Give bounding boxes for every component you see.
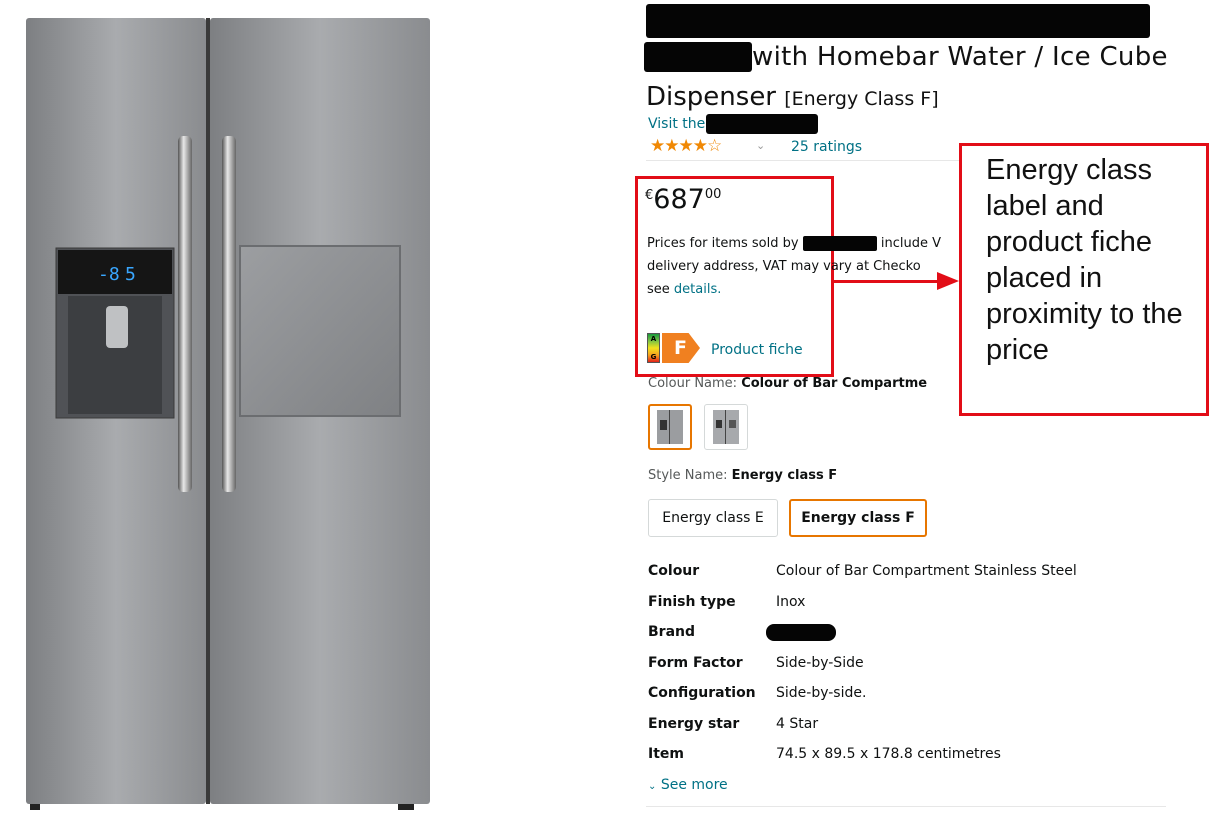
energy-scale-icon: AG <box>647 333 660 363</box>
style-name-row: Style Name: Energy class F <box>648 468 837 483</box>
see-more-label[interactable]: See more <box>661 777 728 793</box>
spec-key: Finish type <box>648 594 736 610</box>
visit-store-prefix[interactable]: Visit the <box>648 116 705 132</box>
vat-note-l1a: Prices for items sold by <box>647 236 799 251</box>
spec-key: Colour <box>648 563 700 579</box>
price-fraction: 00 <box>704 187 722 202</box>
redacted-brand-value <box>766 624 836 641</box>
colour-swatch[interactable] <box>704 404 748 450</box>
svg-text:5: 5 <box>125 264 136 285</box>
product-fiche-link[interactable]: Product fiche <box>711 342 803 358</box>
redacted-title <box>644 42 752 72</box>
style-option-energy-class-f[interactable]: Energy class F <box>789 499 927 537</box>
spec-value: 4 Star <box>776 716 819 732</box>
price-whole: 687 <box>653 184 705 215</box>
divider <box>646 806 1166 807</box>
style-name-value: Energy class F <box>731 468 838 483</box>
product-image[interactable]: -8 5 <box>10 6 450 812</box>
style-name-label: Style Name: <box>648 468 728 483</box>
product-title-line2: with Homebar Water / Ice Cube <box>752 42 1168 72</box>
visit-store-link[interactable]: Visit the <box>648 116 705 132</box>
product-title-energy: [Energy Class F] <box>784 88 939 110</box>
colour-name-label: Colour Name: <box>648 376 738 391</box>
annotation-text: Energy class label and product fiche pla… <box>986 154 1183 366</box>
details-link[interactable]: details. <box>674 282 721 297</box>
colour-name-row: Colour Name: Colour of Bar Compartme <box>648 376 927 391</box>
fridge-thumbnail-icon <box>657 410 683 444</box>
price: €68700 <box>645 184 721 215</box>
spec-key: Item <box>648 746 684 762</box>
see-more-link[interactable]: ⌄ See more <box>648 777 728 793</box>
colour-name-value: Colour of Bar Compartme <box>741 376 928 391</box>
energy-scale-top: A <box>650 335 657 343</box>
vat-note-l1b: include V <box>880 236 941 251</box>
style-option-energy-class-e[interactable]: Energy class E <box>648 499 778 537</box>
star-rating-icon[interactable]: ★★★★☆ <box>650 136 722 156</box>
spec-value: Inox <box>776 594 806 610</box>
energy-class-arrow: F <box>662 333 700 363</box>
energy-scale-bottom: G <box>650 353 657 361</box>
ratings-link[interactable]: 25 ratings <box>791 139 862 155</box>
chevron-down-icon[interactable]: ⌄ <box>756 139 765 152</box>
redacted-title <box>646 4 1150 38</box>
price-vat-note: Prices for items sold by include V deliv… <box>647 232 941 301</box>
spec-value: 74.5 x 89.5 x 178.8 centimetres <box>776 746 1001 762</box>
spec-value: Side-by-side. <box>776 685 867 701</box>
spec-key: Configuration <box>648 685 756 701</box>
product-title-line3: Dispenser [Energy Class F] <box>646 82 939 112</box>
colour-swatch-selected[interactable] <box>648 404 692 450</box>
fridge-thumbnail-icon <box>713 410 739 444</box>
spec-key: Energy star <box>648 716 740 732</box>
vat-note-l3: see <box>647 282 670 297</box>
redacted-seller <box>802 236 877 251</box>
price-currency: € <box>645 188 654 203</box>
divider <box>646 160 960 161</box>
svg-text:-8: -8 <box>98 264 120 285</box>
spec-key: Form Factor <box>648 655 743 671</box>
chevron-down-icon: ⌄ <box>648 781 657 792</box>
annotation-arrow <box>833 280 938 283</box>
product-title-word: Dispenser <box>646 82 776 112</box>
spec-value: Side-by-Side <box>776 655 864 671</box>
redacted-brand <box>706 114 818 134</box>
spec-value: Colour of Bar Compartment Stainless Stee… <box>776 563 1077 579</box>
spec-key: Brand <box>648 624 696 640</box>
energy-class-label[interactable]: AG F <box>647 332 700 364</box>
annotation-arrow-head <box>937 272 959 290</box>
vat-note-l2: delivery address, VAT may vary at Checko <box>647 259 921 274</box>
